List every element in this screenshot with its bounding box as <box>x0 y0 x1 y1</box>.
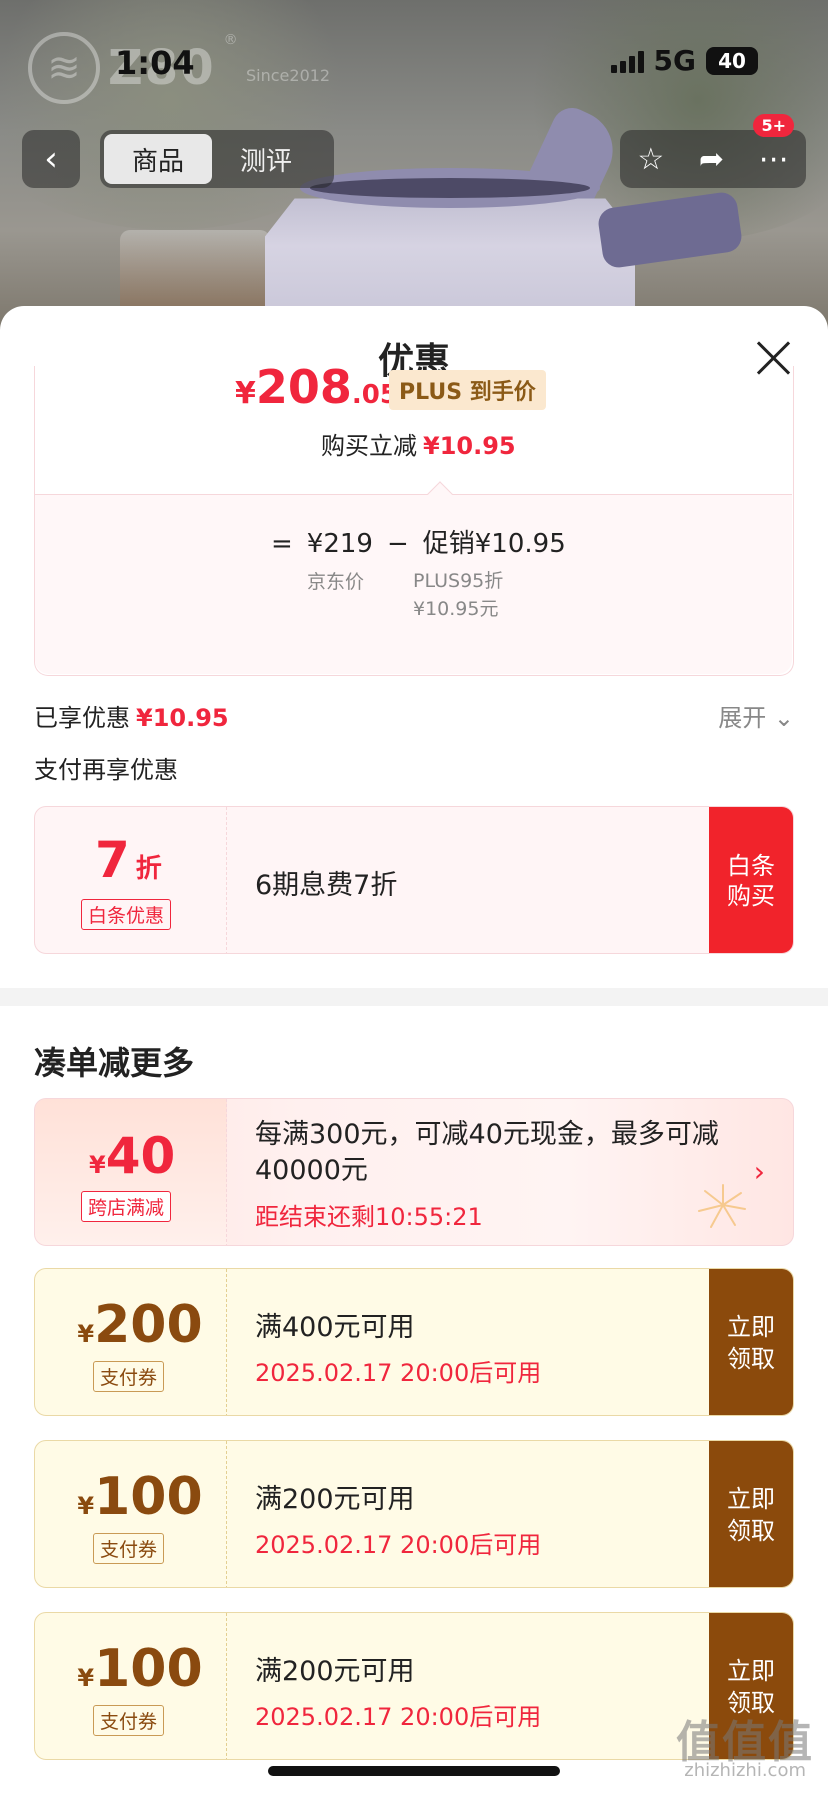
share-icon[interactable]: ➦ <box>699 142 724 177</box>
jd-price: ¥219 <box>306 529 373 559</box>
battery-icon: 40 <box>706 46 758 75</box>
claim-coupon-button[interactable]: 立即领取 <box>709 1269 793 1415</box>
nav-actions: ☆ ➦ ⋯ 5+ <box>620 114 806 188</box>
cross-store-offer-card[interactable]: ¥40 跨店满减 每满300元，可减40元现金，最多可减40000元 距结束还剩… <box>34 1098 794 1246</box>
product-nav-bar: ‹ 商品 测评 ☆ ➦ ⋯ 5+ <box>0 114 828 190</box>
claim-coupon-button[interactable]: 立即领取 <box>709 1441 793 1587</box>
signal-icon <box>610 49 644 73</box>
enjoyed-discount: 已享优惠 ¥10.95 <box>34 704 229 732</box>
countdown-timer: 距结束还剩10:55:21 <box>255 1203 483 1231</box>
price-breakdown-card: ¥208.05 PLUS 到手价 购买立减 ¥10.95 = ¥219 − 促销¥… <box>34 360 794 676</box>
coupon-condition: 满400元可用 <box>255 1312 415 1343</box>
coupon-condition: 满200元可用 <box>255 1656 415 1687</box>
more-icon[interactable]: ⋯ <box>759 142 789 177</box>
status-time: 1:04 <box>115 44 195 82</box>
coupon-date: 2025.02.17 20:00后可用 <box>255 1531 542 1559</box>
coupon-condition: 满200元可用 <box>255 1484 415 1515</box>
cross-store-tag: 跨店满减 <box>81 1191 172 1222</box>
coupon-tag: 支付券 <box>93 1361 165 1392</box>
coupon-card: ¥200 支付券 满400元可用 2025.02.17 20:00后可用 立即领… <box>34 1268 794 1416</box>
coupon-tag: 支付券 <box>93 1533 165 1564</box>
plus-price: ¥208.05 <box>235 360 398 414</box>
coupon-date: 2025.02.17 20:00后可用 <box>255 1359 542 1387</box>
back-button[interactable]: ‹ <box>22 130 80 188</box>
notification-badge: 5+ <box>753 114 794 137</box>
corner-watermark-url: zhizhizhi.com <box>684 1760 806 1781</box>
plus-price-tag: PLUS 到手价 <box>389 370 546 410</box>
pay-discount-title: 支付再享优惠 <box>34 756 178 784</box>
instant-reduce: 购买立减 ¥10.95 <box>321 432 516 460</box>
baitiao-tag: 白条优惠 <box>81 899 172 930</box>
more-discount-title: 凑单减更多 <box>34 1044 195 1082</box>
baitiao-offer-card: 7折 白条优惠 6期息费7折 白条购买 <box>34 806 794 954</box>
coupon-card: ¥100 支付券 满200元可用 2025.02.17 20:00后可用 立即领… <box>34 1440 794 1588</box>
back-icon: ‹ <box>44 139 58 179</box>
expand-button[interactable]: 展开 ⌄ <box>718 698 794 733</box>
promo-amount: 促销¥10.95 <box>422 529 566 559</box>
tab-review[interactable]: 测评 <box>212 134 320 184</box>
tab-product[interactable]: 商品 <box>104 134 212 184</box>
price-formula: = ¥219 − 促销¥10.95 京东价 PLUS95折 ¥10.95元 <box>35 494 792 674</box>
coupon-date: 2025.02.17 20:00后可用 <box>255 1703 542 1731</box>
status-indicators: 5G 40 <box>610 44 758 77</box>
network-type: 5G <box>653 44 696 77</box>
baitiao-buy-button[interactable]: 白条购买 <box>709 807 793 953</box>
tab-group: 商品 测评 <box>100 130 334 188</box>
discount-sheet: 优惠 ¥208.05 PLUS 到手价 购买立减 ¥10.95 = ¥219 − … <box>0 306 828 1796</box>
coupon-tag: 支付券 <box>93 1705 165 1736</box>
baitiao-desc: 6期息费7折 <box>255 870 398 901</box>
jd-price-label: 京东价 <box>307 571 365 593</box>
sparkle-icon <box>698 1184 746 1228</box>
section-divider <box>0 988 828 1006</box>
star-icon[interactable]: ☆ <box>637 142 664 177</box>
home-indicator[interactable] <box>268 1766 560 1776</box>
promo-detail: PLUS95折 ¥10.95元 <box>413 570 504 620</box>
chevron-down-icon: ⌄ <box>773 704 794 732</box>
cross-store-desc: 每满300元，可减40元现金，最多可减40000元 <box>255 1119 719 1186</box>
